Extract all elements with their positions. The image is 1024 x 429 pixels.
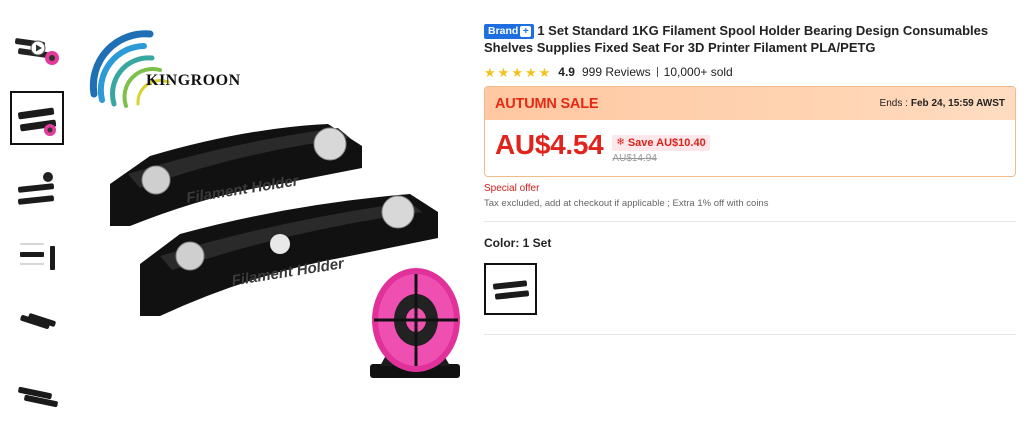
star-icon: ★ (511, 64, 523, 80)
star-rating[interactable]: ★ ★ ★ ★ ★ (484, 66, 550, 79)
color-option-1-set[interactable] (484, 263, 537, 315)
logo-text: KINGROON (146, 72, 241, 89)
divider (484, 221, 1016, 222)
rating-row: ★ ★ ★ ★ ★ 4.9 999 Reviews 10,000+ sold (484, 65, 1016, 79)
sale-label: AUTUMN SALE (495, 95, 599, 112)
star-icon: ★ (524, 64, 537, 80)
special-offer-link[interactable]: Special offer (484, 183, 1016, 194)
thumbnail-video[interactable] (10, 22, 64, 76)
flame-icon: ❄ (616, 137, 625, 148)
divider (656, 67, 658, 77)
divider (484, 334, 1016, 335)
star-icon: ★ (538, 64, 551, 80)
sale-banner: AUTUMN SALE Ends : Feb 24, 15:59 AWST (485, 87, 1015, 120)
plus-icon: + (520, 26, 532, 37)
thumbnail-holders-selected[interactable] (10, 91, 64, 145)
price-area: AU$4.54 ❄ Save AU$10.40 AU$14.94 (485, 120, 1015, 176)
brand-badge[interactable]: Brand + (484, 24, 535, 39)
current-price: AU$4.54 (495, 129, 604, 160)
sold-count: 10,000+ sold (663, 65, 733, 79)
thumbnail-holders-angle[interactable] (10, 298, 64, 352)
product-title-text: 1 Set Standard 1KG Filament Spool Holder… (484, 23, 989, 55)
sale-end-time: Ends : Feb 24, 15:59 AWST (879, 98, 1005, 109)
sale-box: AUTUMN SALE Ends : Feb 24, 15:59 AWST AU$… (484, 86, 1016, 177)
thumbnail-holders-dimension[interactable] (10, 229, 64, 283)
filament-spool-image (370, 268, 460, 378)
product-title: Brand +1 Set Standard 1KG Filament Spool … (484, 22, 1016, 56)
thumbnail-holders-side[interactable] (10, 160, 64, 214)
color-label: Color: 1 Set (484, 236, 552, 250)
star-icon: ★ (497, 64, 510, 80)
save-badge: ❄ Save AU$10.40 (612, 134, 710, 151)
original-price: AU$14.94 (612, 152, 657, 164)
reviews-link[interactable]: 999 Reviews (582, 65, 651, 79)
kingroon-logo (89, 30, 170, 108)
product-info: Brand +1 Set Standard 1KG Filament Spool … (484, 22, 1016, 335)
main-product-image[interactable]: Filament Holder Filament Holder KINGROON (80, 16, 470, 416)
star-icon: ★ (484, 64, 496, 80)
rating-value: 4.9 (558, 65, 575, 79)
thumbnail-holders-pair[interactable] (10, 367, 64, 421)
tax-note: Tax excluded, add at checkout if applica… (484, 198, 769, 209)
